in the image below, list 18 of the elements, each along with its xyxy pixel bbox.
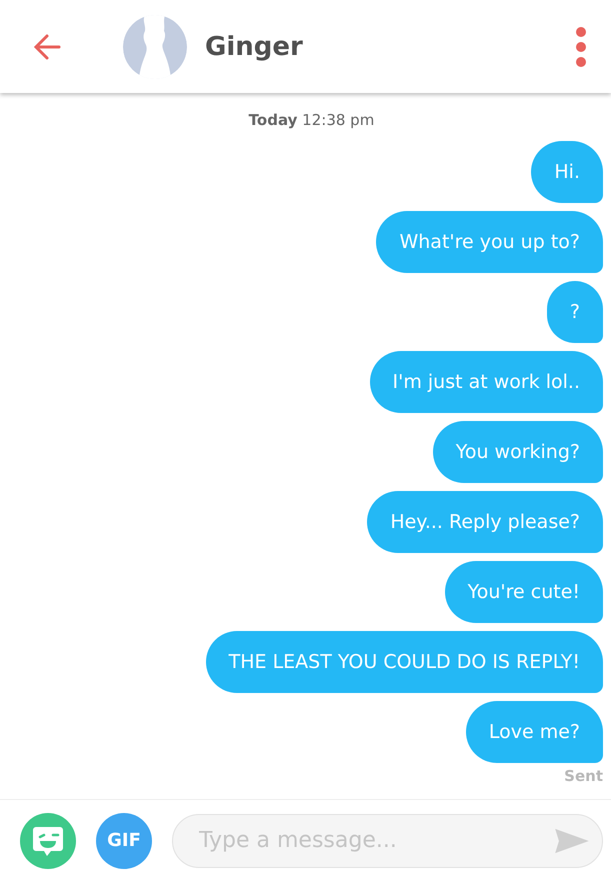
message-bubble: Love me? — [466, 701, 603, 763]
message-bubble: What're you up to? — [376, 211, 603, 273]
back-icon[interactable] — [32, 32, 62, 62]
sticker-icon[interactable] — [20, 812, 76, 868]
contact-name: Ginger — [205, 32, 304, 62]
avatar-icon[interactable] — [123, 14, 187, 78]
message-bubble: Hey... Reply please? — [367, 491, 603, 553]
message-bubble: Hi. — [531, 141, 603, 203]
message-bubble: You're cute! — [444, 561, 603, 623]
more-options-icon[interactable] — [575, 26, 587, 66]
gif-button[interactable]: GIF — [96, 812, 152, 868]
message-bubble: You working? — [432, 421, 603, 483]
message-bubble: THE LEAST YOU COULD DO IS REPLY! — [206, 631, 603, 693]
send-icon[interactable] — [553, 826, 591, 854]
message-bubble: I'm just at work lol.. — [370, 351, 603, 413]
timestamp: Today 12:38 pm — [248, 111, 374, 129]
sent-status: Sent — [564, 767, 603, 785]
message-bubble: ? — [546, 281, 603, 343]
